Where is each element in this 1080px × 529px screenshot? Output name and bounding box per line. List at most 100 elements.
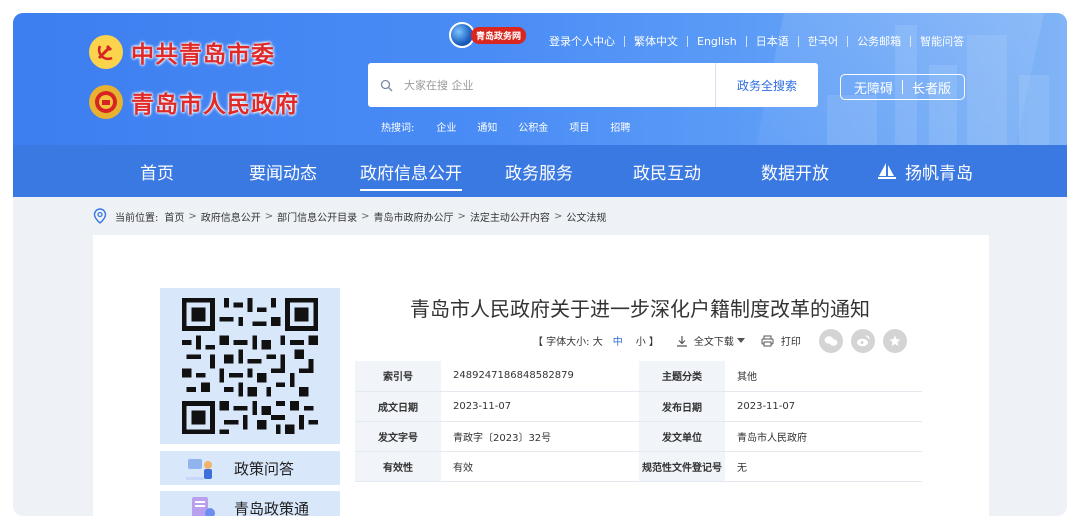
nav-home[interactable]: 首页 xyxy=(140,145,174,197)
link-traditional[interactable]: 繁体中文 xyxy=(625,33,687,49)
hot-word[interactable]: 公积金 xyxy=(518,119,548,134)
breadcrumb: 当前位置: 首页 > 政府信息公开 > 部门信息公开目录 > 青岛市政府办公厅 … xyxy=(93,208,606,224)
print-button[interactable]: 打印 xyxy=(761,333,801,348)
breadcrumb-item[interactable]: 部门信息公开目录 xyxy=(277,209,357,224)
link-japanese[interactable]: 日本语 xyxy=(747,33,798,49)
accessibility-switch: 无障碍 长者版 xyxy=(840,74,965,100)
sidebar-item-policy-qa[interactable]: 政策问答 xyxy=(160,451,340,485)
hot-word[interactable]: 企业 xyxy=(436,119,456,134)
meta-value: 2023-11-07 xyxy=(725,391,922,422)
table-row: 有效性 有效 规范性文件登记号 无 xyxy=(355,451,922,482)
table-row: 发文字号 青政字〔2023〕32号 发文单位 青岛市人民政府 xyxy=(355,421,922,452)
print-label: 打印 xyxy=(780,337,801,348)
qa-illustration-icon xyxy=(186,459,212,480)
link-korean[interactable]: 한국어 xyxy=(799,33,847,49)
meta-key: 发文单位 xyxy=(639,421,725,452)
hot-search: 热搜词: 企业 通知 公积金 项目 招聘 xyxy=(381,119,651,134)
barrier-free-button[interactable]: 无障碍 xyxy=(854,78,893,97)
download-label: 全文下载 xyxy=(693,337,734,348)
favorite-star-icon[interactable] xyxy=(883,329,907,353)
meta-key: 发布日期 xyxy=(639,391,725,422)
caret-down-icon xyxy=(736,337,745,343)
meta-value: 2489247186848582879 xyxy=(441,361,639,392)
search-button[interactable]: 政务全搜索 xyxy=(715,63,818,107)
breadcrumb-sep: > xyxy=(264,210,274,222)
party-name: 中共青岛市委 xyxy=(131,42,275,68)
breadcrumb-item[interactable]: 法定主动公开内容 xyxy=(470,209,550,224)
site-header: 中共青岛市委 青岛市人民政府 青岛政务网 登录个人中心 繁体中文 English… xyxy=(13,13,1067,145)
qr-code-icon xyxy=(182,298,318,434)
search-icon xyxy=(368,63,404,107)
hot-word[interactable]: 通知 xyxy=(477,119,497,134)
sidebar-label: 政策问答 xyxy=(234,459,295,478)
portal-logo[interactable]: 青岛政务网 xyxy=(449,22,527,48)
breadcrumb-sep: > xyxy=(361,210,370,222)
government-brand[interactable]: 青岛市人民政府 xyxy=(89,85,299,119)
meta-key: 有效性 xyxy=(355,451,441,482)
meta-key: 成文日期 xyxy=(355,391,441,422)
browser-frame: 中共青岛市委 青岛市人民政府 青岛政务网 登录个人中心 繁体中文 English… xyxy=(13,13,1067,516)
elder-mode-button[interactable]: 长者版 xyxy=(912,78,951,97)
nav-news[interactable]: 要闻动态 xyxy=(249,145,317,197)
weibo-share-icon[interactable] xyxy=(851,329,875,353)
hot-word[interactable]: 项目 xyxy=(569,119,589,134)
meta-key: 发文字号 xyxy=(355,421,441,452)
breadcrumb-item[interactable]: 青岛市政府办公厅 xyxy=(374,209,454,224)
meta-value: 有效 xyxy=(441,451,639,482)
download-icon xyxy=(676,335,687,347)
table-row: 索引号 2489247186848582879 主题分类 其他 xyxy=(355,361,922,392)
sidebar-label: 青岛政策通 xyxy=(234,499,310,517)
breadcrumb-sep: > xyxy=(553,210,563,222)
font-size-mid[interactable]: 中 xyxy=(613,333,623,348)
main-content: 政策问答 青岛政策通 青岛市人民政府关于进一步深化户籍制度改革的通知 【 字体大… xyxy=(93,235,989,516)
party-brand[interactable]: 中共青岛市委 xyxy=(89,35,275,69)
search-input[interactable] xyxy=(404,63,715,107)
link-mail[interactable]: 公务邮箱 xyxy=(848,33,910,49)
hot-search-label: 热搜词: xyxy=(381,123,415,134)
table-row: 成文日期 2023-11-07 发布日期 2023-11-07 xyxy=(355,391,922,422)
nav-gov-info[interactable]: 政府信息公开 xyxy=(360,145,462,197)
nav-interaction[interactable]: 政民互动 xyxy=(633,145,701,197)
nav-data-open[interactable]: 数据开放 xyxy=(761,145,829,197)
government-name: 青岛市人民政府 xyxy=(131,92,299,118)
wechat-share-icon[interactable] xyxy=(819,329,843,353)
location-pin-icon xyxy=(93,208,107,224)
meta-value: 其他 xyxy=(725,361,922,392)
meta-value: 青政字〔2023〕32号 xyxy=(441,421,639,452)
breadcrumb-sep: > xyxy=(188,210,197,222)
article-tools: 【 字体大小: 大 中 小 】 全文下载 打印 xyxy=(533,333,801,348)
font-size-large[interactable]: 【 字体大小: 大 xyxy=(533,333,603,348)
nav-services[interactable]: 政务服务 xyxy=(505,145,573,197)
link-english[interactable]: English xyxy=(688,35,746,48)
breadcrumb-item[interactable]: 政府信息公开 xyxy=(201,209,261,224)
breadcrumb-sep: > xyxy=(457,210,466,222)
meta-key: 主题分类 xyxy=(639,361,725,392)
article-title: 青岛市人民政府关于进一步深化户籍制度改革的通知 xyxy=(410,297,870,321)
breadcrumb-item[interactable]: 公文法规 xyxy=(566,209,606,224)
font-size-small[interactable]: 小 】 xyxy=(636,333,659,348)
meta-key: 索引号 xyxy=(355,361,441,392)
meta-value: 无 xyxy=(725,451,922,482)
download-button[interactable]: 全文下载 xyxy=(676,333,745,348)
meta-value: 2023-11-07 xyxy=(441,391,639,422)
portal-logo-text: 青岛政务网 xyxy=(471,26,527,44)
meta-value: 青岛市人民政府 xyxy=(725,421,922,452)
nav-sail-qingdao[interactable]: 扬帆青岛 xyxy=(877,145,973,197)
policy-illustration-icon xyxy=(192,497,215,516)
meta-key: 规范性文件登记号 xyxy=(639,451,725,482)
link-qa[interactable]: 智能问答 xyxy=(911,33,973,49)
party-emblem-icon xyxy=(89,35,123,69)
breadcrumb-label: 当前位置: xyxy=(115,212,159,224)
sail-icon xyxy=(878,163,896,179)
document-meta-table: 索引号 2489247186848582879 主题分类 其他 成文日期 202… xyxy=(355,361,922,482)
nav-sail-label: 扬帆青岛 xyxy=(905,163,973,184)
hot-word[interactable]: 招聘 xyxy=(610,119,630,134)
top-links: 登录个人中心 繁体中文 English 日本语 한국어 公务邮箱 智能问答 xyxy=(540,33,973,49)
breadcrumb-item[interactable]: 首页 xyxy=(164,209,184,224)
sidebar-item-policy-pass[interactable]: 青岛政策通 xyxy=(160,491,340,516)
search-box: 政务全搜索 xyxy=(368,63,818,107)
qr-code-panel xyxy=(160,288,340,444)
print-icon xyxy=(761,335,774,346)
link-login[interactable]: 登录个人中心 xyxy=(540,33,624,49)
main-nav: 首页 要闻动态 政府信息公开 政务服务 政民互动 数据开放 扬帆青岛 xyxy=(13,145,1067,197)
